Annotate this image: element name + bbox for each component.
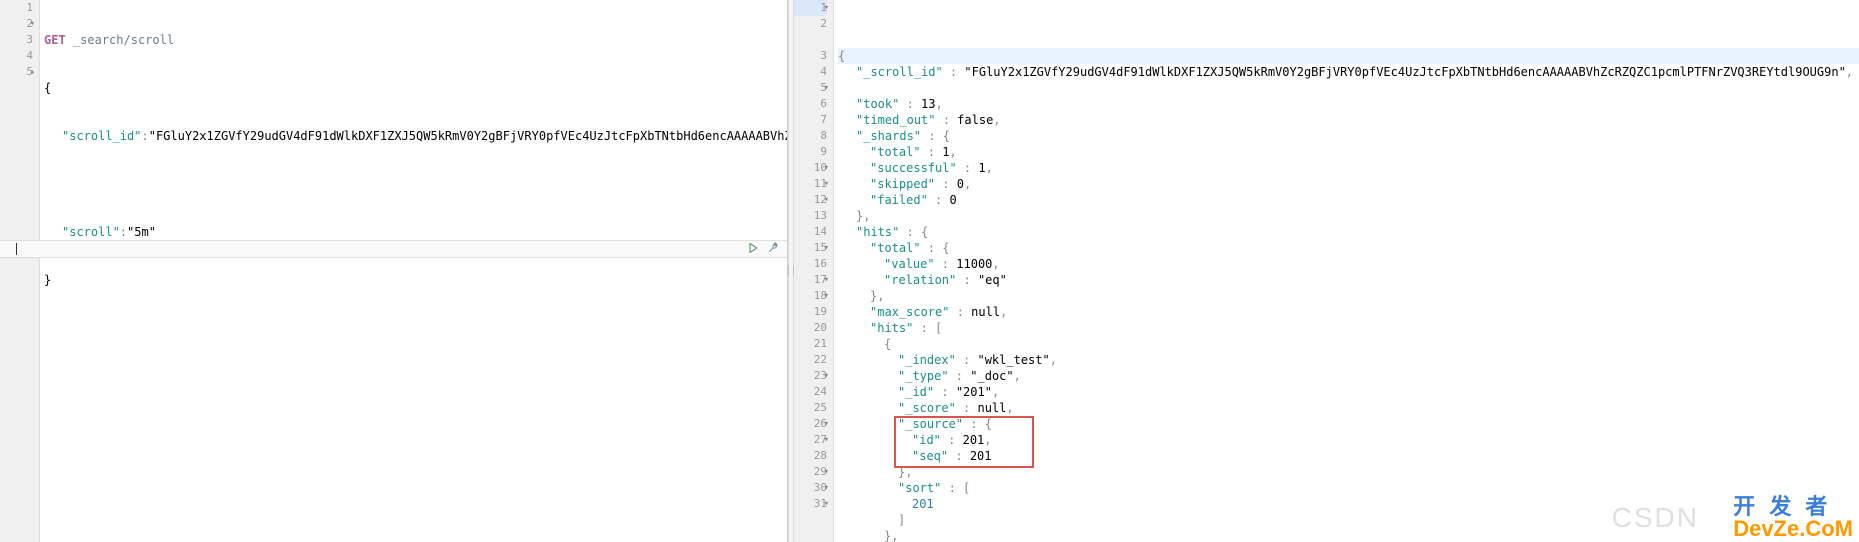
response-line: "id" : 201, <box>838 432 1859 448</box>
line-number: 13 <box>794 208 827 224</box>
body-line: "scroll_id":"FGluY2x1ZGVfY29udGV4dF91dWl… <box>44 128 787 144</box>
response-line: "sort" : [ <box>838 480 1859 496</box>
response-code[interactable]: {"_scroll_id" : "FGluY2x1ZGVfY29udGV4dF9… <box>834 0 1859 542</box>
line-number: ▾30 <box>794 480 827 496</box>
response-line: "value" : 11000, <box>838 256 1859 272</box>
line-number: 7 <box>794 112 827 128</box>
response-line: "max_score" : null, <box>838 304 1859 320</box>
line-number: ▾18 <box>794 288 827 304</box>
body-line: "scroll":"5m" <box>44 224 787 240</box>
watermark-brand-bottom: DevZe.CoM <box>1733 518 1853 540</box>
line-number: 9 <box>794 144 827 160</box>
response-line: "hits" : { <box>838 224 1859 240</box>
fold-icon[interactable]: ▾ <box>824 480 829 496</box>
response-line: ] <box>838 512 1859 528</box>
fold-icon[interactable]: ▾ <box>824 192 829 208</box>
line-number: ▾11 <box>794 176 827 192</box>
line-number: ▾29 <box>794 464 827 480</box>
fold-icon[interactable]: ▾ <box>824 0 829 16</box>
response-line: }, <box>838 528 1859 542</box>
fold-icon[interactable]: ▾ <box>824 240 829 256</box>
line-number: 2 <box>794 16 827 32</box>
response-line: }, <box>838 464 1859 480</box>
response-line: "took" : 13, <box>838 96 1859 112</box>
line-number: ▾17 <box>794 272 827 288</box>
line-number: 6 <box>794 96 827 112</box>
fold-icon[interactable]: ▾ <box>824 160 829 176</box>
line-number: 21 <box>794 336 827 352</box>
response-line: "_score" : null, <box>838 400 1859 416</box>
response-line: }, <box>838 288 1859 304</box>
response-line: "_index" : "wkl_test", <box>838 352 1859 368</box>
response-line: "hits" : [ <box>838 320 1859 336</box>
line-number: ▾5 <box>794 80 827 96</box>
line-number: ▾23 <box>794 368 827 384</box>
line-number: ▾10 <box>794 160 827 176</box>
line-number: ▾31 <box>794 496 827 512</box>
response-gutter: ▾12 34▾56789▾10▾11▾121314▾1516▾17▾181920… <box>794 0 834 542</box>
fold-icon[interactable]: ▾ <box>824 288 829 304</box>
body-line: } <box>44 272 787 288</box>
response-line: }, <box>838 208 1859 224</box>
response-line: "_id" : "201", <box>838 384 1859 400</box>
body-line: { <box>44 80 787 96</box>
fold-icon[interactable]: ▾ <box>824 464 829 480</box>
response-line: "seq" : 201 <box>838 448 1859 464</box>
line-number: ▾15 <box>794 240 827 256</box>
editor-cursor-line[interactable] <box>8 241 739 257</box>
line-number: ▾12 <box>794 192 827 208</box>
line-number: 25 <box>794 400 827 416</box>
line-number: ▾27 <box>794 432 827 448</box>
fold-icon[interactable]: ▾ <box>824 416 829 432</box>
wrench-icon[interactable] <box>767 242 779 257</box>
request-code[interactable]: GET _search/scroll { "scroll_id":"FGluY2… <box>40 0 787 542</box>
line-number: 16 <box>794 256 827 272</box>
run-icon[interactable] <box>747 242 759 257</box>
request-editor-pane: 1 ▾2 3 4 ▴5 GET _search/scroll { "scroll… <box>0 0 788 542</box>
line-number: 28 <box>794 448 827 464</box>
body-line-cont <box>44 176 787 192</box>
fold-icon[interactable]: ▾ <box>824 80 829 96</box>
fold-icon[interactable]: ▴ <box>30 64 35 80</box>
watermark-brand: 开 发 者 DevZe.CoM <box>1733 496 1853 540</box>
response-line: "_shards" : { <box>838 128 1859 144</box>
response-line: "_scroll_id" : "FGluY2x1ZGVfY29udGV4dF91… <box>838 64 1859 80</box>
watermark-brand-top: 开 发 者 <box>1733 496 1853 518</box>
response-line-cont <box>838 80 1859 96</box>
request-gutter: 1 ▾2 3 4 ▴5 <box>0 0 40 542</box>
line-number: ▾26 <box>794 416 827 432</box>
fold-icon[interactable]: ▾ <box>824 272 829 288</box>
line-number: 8 <box>794 128 827 144</box>
line-number: 24 <box>794 384 827 400</box>
line-number: 14 <box>794 224 827 240</box>
line-number: 22 <box>794 352 827 368</box>
fold-icon[interactable]: ▾ <box>824 368 829 384</box>
response-line: "timed_out" : false, <box>838 112 1859 128</box>
response-line: "_source" : { <box>838 416 1859 432</box>
response-line: "total" : { <box>838 240 1859 256</box>
fold-icon[interactable]: ▾ <box>824 432 829 448</box>
line-number: 3 <box>794 48 827 64</box>
fold-icon[interactable]: ▾ <box>30 16 35 32</box>
response-line: "failed" : 0 <box>838 192 1859 208</box>
response-line: "_type" : "_doc", <box>838 368 1859 384</box>
action-bar <box>0 240 787 258</box>
fold-icon[interactable]: ▾ <box>824 496 829 512</box>
response-line: { <box>838 48 1859 64</box>
line-number: 19 <box>794 304 827 320</box>
response-line: "skipped" : 0, <box>838 176 1859 192</box>
watermark-csdn: CSDN <box>1612 502 1699 534</box>
line-number: 20 <box>794 320 827 336</box>
response-viewer-pane: ▾12 34▾56789▾10▾11▾121314▾1516▾17▾181920… <box>794 0 1859 542</box>
fold-icon[interactable]: ▾ <box>824 176 829 192</box>
response-line: { <box>838 336 1859 352</box>
line-number: ▾1 <box>794 0 827 16</box>
response-line: "successful" : 1, <box>838 160 1859 176</box>
line-number: 4 <box>794 64 827 80</box>
response-line: "relation" : "eq" <box>838 272 1859 288</box>
response-line: "total" : 1, <box>838 144 1859 160</box>
request-path: _search/scroll <box>73 33 174 47</box>
response-line: 201 <box>838 496 1859 512</box>
http-method: GET <box>44 33 66 47</box>
